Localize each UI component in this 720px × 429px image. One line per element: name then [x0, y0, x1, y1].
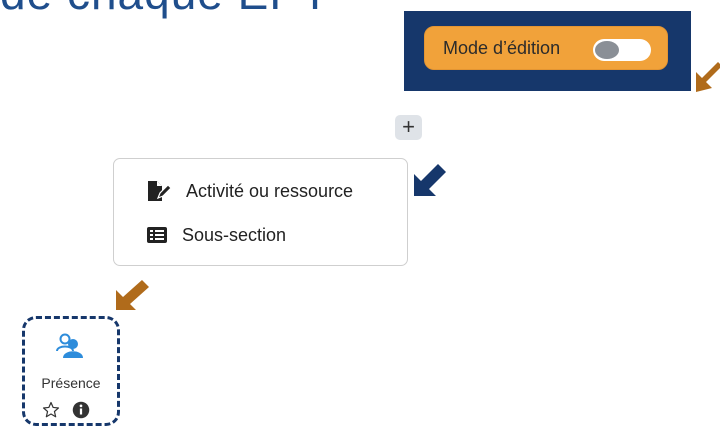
activity-card-presence[interactable]: Présence [22, 316, 120, 426]
attendance-icon [56, 333, 83, 358]
edit-mode-switch[interactable] [593, 39, 651, 61]
page-heading: de chaque EPT [0, 0, 330, 20]
menu-item-subsection[interactable]: Sous-section [146, 221, 286, 249]
edit-mode-label: Mode d’édition [443, 38, 561, 58]
add-content-button[interactable]: + [395, 115, 422, 140]
star-icon[interactable] [42, 401, 60, 419]
list-icon [147, 227, 167, 243]
navy-arrow-icon [414, 164, 446, 196]
file-edit-icon [148, 181, 172, 201]
add-content-menu: Activité ou ressource Sous-section [113, 158, 408, 266]
orange-arrow-icon [116, 280, 149, 310]
menu-item-label: Sous-section [182, 224, 287, 245]
add-content-label: + [402, 114, 415, 139]
switch-knob [595, 41, 619, 59]
menu-item-activity[interactable]: Activité ou ressource [146, 177, 353, 205]
activity-name: Présence [41, 375, 101, 391]
orange-arrow-icon [696, 62, 720, 92]
info-icon[interactable] [72, 401, 90, 419]
edit-mode-panel: Mode d’édition [404, 11, 691, 91]
menu-item-label: Activité ou ressource [186, 180, 354, 201]
edit-mode-toggle[interactable]: Mode d’édition [424, 26, 668, 70]
